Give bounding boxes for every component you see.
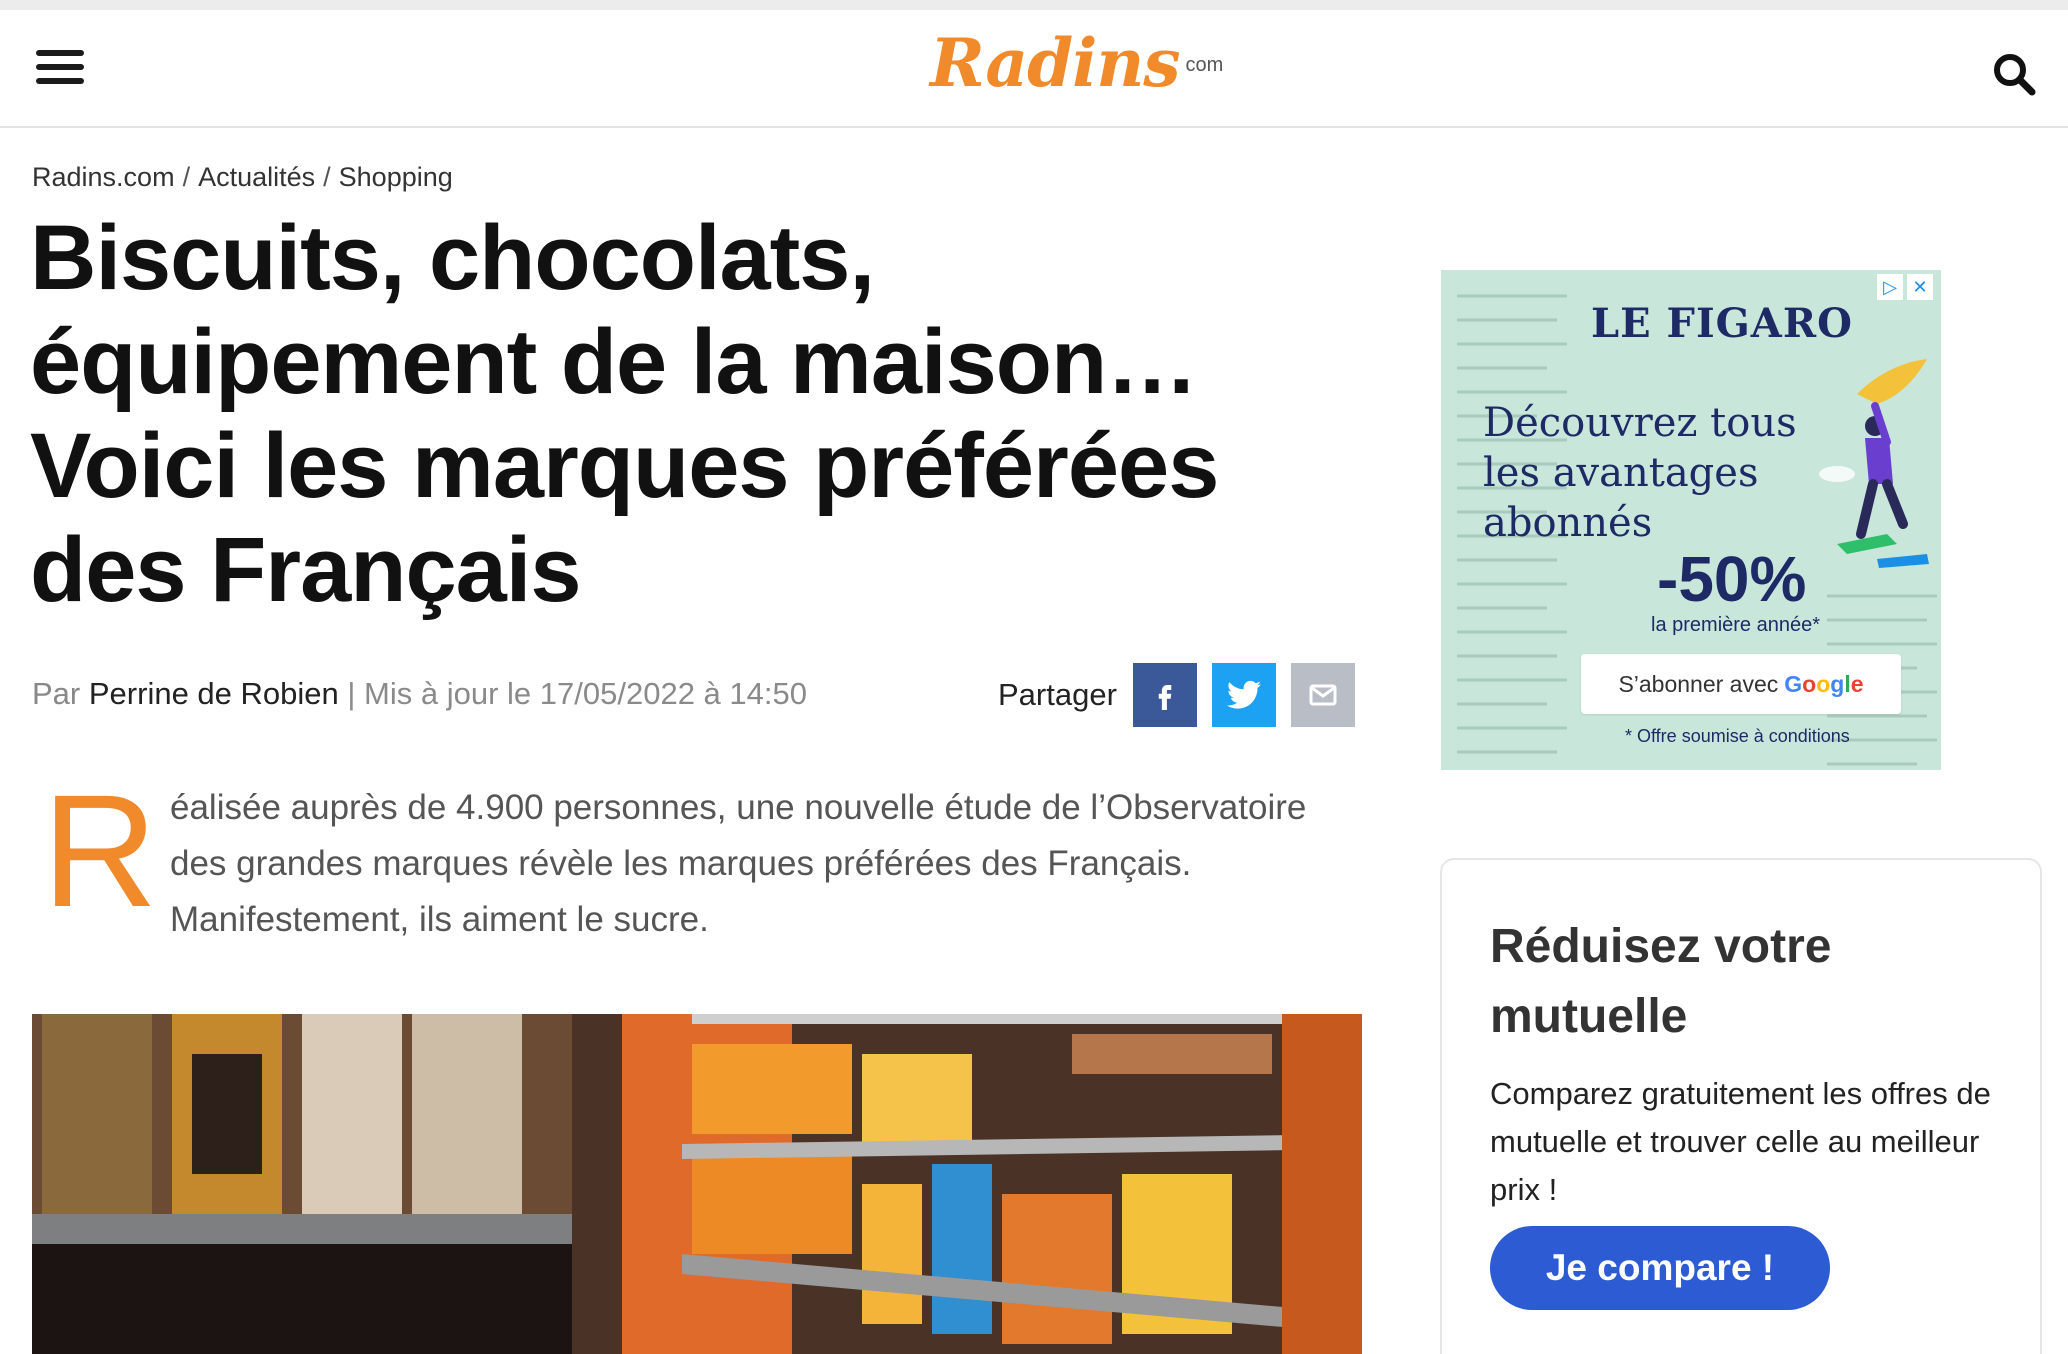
site-logo[interactable]: Radins com xyxy=(930,30,1223,120)
menu-button[interactable] xyxy=(36,50,84,92)
byline-label: Par xyxy=(32,676,81,711)
lead-dropcap: R xyxy=(42,761,158,940)
mail-icon xyxy=(1309,684,1337,706)
breadcrumb-shopping[interactable]: Shopping xyxy=(339,162,453,192)
logo-suffix: com xyxy=(1185,54,1224,76)
climbing-figure-illustration xyxy=(1819,359,1929,568)
breadcrumb-news[interactable]: Actualités xyxy=(198,162,315,192)
share-label: Partager xyxy=(998,677,1117,712)
facebook-icon xyxy=(1158,685,1172,710)
share-email-button[interactable] xyxy=(1290,663,1355,727)
ad-choices: ▷ ✕ xyxy=(1877,274,1933,300)
ad-disclaimer: * Offre soumise à conditions xyxy=(1625,726,1850,746)
ad-brand: LE FIGARO xyxy=(1591,300,1853,347)
browser-top-strip xyxy=(0,0,2068,10)
share-twitter-button[interactable] xyxy=(1211,663,1276,727)
mutuelle-promo-card: Réduisez votre mutuelle Comparez gratuit… xyxy=(1440,858,2042,1354)
ad-subscribe-button[interactable]: S’abonner avec Google xyxy=(1581,654,1901,714)
ad-promo-subtitle: la première année* xyxy=(1651,614,1820,636)
breadcrumb-home[interactable]: Radins.com xyxy=(32,162,175,192)
store-shelves-illustration xyxy=(32,1014,1362,1354)
figaro-ad[interactable]: ▷ ✕ LE FIGARO Découvrez tous les avantag… xyxy=(1441,270,1941,770)
google-wordmark: Google xyxy=(1784,670,1864,697)
logo-text: Radins xyxy=(930,24,1180,102)
update-date: | Mis à jour le 17/05/2022 à 14:50 xyxy=(347,676,807,711)
breadcrumb-separator: / xyxy=(182,162,191,192)
card-title: Réduisez votre mutuelle xyxy=(1490,920,1832,1043)
ad-info-icon[interactable]: ▷ xyxy=(1877,274,1903,300)
breadcrumb: Radins.com / Actualités / Shopping xyxy=(32,162,453,193)
ad-promo: -50% xyxy=(1657,543,1807,615)
ad-cta-prefix: S’abonner avec xyxy=(1618,670,1779,697)
hamburger-icon xyxy=(36,50,84,84)
share-facebook-button[interactable] xyxy=(1132,663,1197,727)
site-header: Radins com xyxy=(0,10,2068,128)
breadcrumb-separator: / xyxy=(323,162,331,192)
card-text: Comparez gratuitement les offres de mutu… xyxy=(1490,1076,1991,1207)
ad-headline: Découvrez tous les avantages abonnés xyxy=(1483,400,1797,546)
twitter-icon xyxy=(1226,680,1261,709)
search-icon xyxy=(1994,54,2036,96)
compare-button[interactable]: Je compare ! xyxy=(1490,1226,1830,1310)
article-hero-image xyxy=(32,1014,1362,1354)
article-headline: Biscuits, chocolats, équipement de la ma… xyxy=(30,207,1219,621)
article-byline: Par Perrine de Robien | Mis à jour le 17… xyxy=(32,676,807,712)
search-button[interactable] xyxy=(1990,50,2038,98)
lead-text: éalisée auprès de 4.900 personnes, une n… xyxy=(170,788,1307,939)
share-bar: Partager xyxy=(998,662,1355,728)
author-name[interactable]: Perrine de Robien xyxy=(89,676,339,711)
ad-close-icon[interactable]: ✕ xyxy=(1907,274,1933,300)
